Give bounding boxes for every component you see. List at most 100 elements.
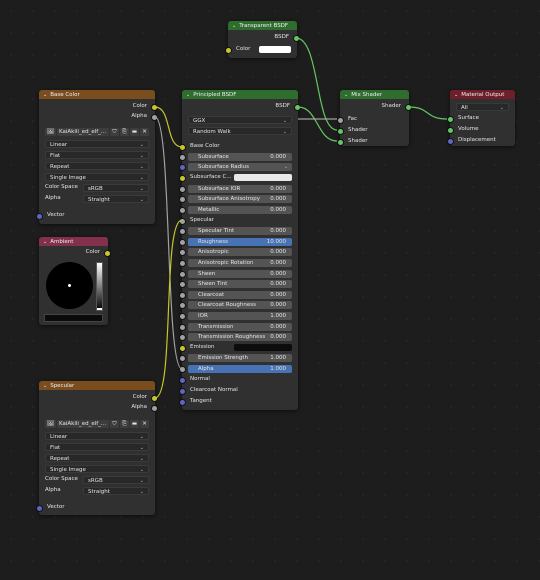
output-socket[interactable] <box>294 104 301 111</box>
input-socket[interactable] <box>337 139 344 146</box>
input-socket[interactable] <box>179 345 186 352</box>
output-socket[interactable] <box>405 104 412 111</box>
close-icon[interactable]: ✕ <box>140 419 149 428</box>
input-socket[interactable] <box>179 175 186 182</box>
collapse-icon[interactable]: ⌄ <box>344 92 348 98</box>
image-browse-icon[interactable]: 🖼 <box>45 127 56 136</box>
input-socket[interactable] <box>179 334 186 341</box>
extension-dropdown[interactable]: Repeat ⌄ <box>45 453 149 462</box>
input-socket[interactable] <box>179 388 186 395</box>
input-socket[interactable] <box>179 186 186 193</box>
distribution-dropdown[interactable]: GGX ⌄ <box>188 115 292 124</box>
input-socket[interactable] <box>179 366 186 373</box>
node-specular-texture[interactable]: ⌄ Specular Color Alpha 🖼 KaiAkili_ed_elf_… <box>36 381 158 515</box>
input-socket[interactable] <box>179 144 186 151</box>
collapse-icon[interactable]: ⌄ <box>43 239 47 245</box>
color-wheel[interactable] <box>46 262 93 309</box>
collapse-icon[interactable]: ⌄ <box>454 92 458 98</box>
input-socket[interactable] <box>179 260 186 267</box>
input-socket[interactable] <box>179 249 186 256</box>
node-principled-bsdf[interactable]: ⌄ Principled BSDF BSDF GGX ⌄ Random Walk ⌄ … <box>179 90 301 410</box>
input-socket[interactable] <box>179 271 186 278</box>
emission-color-swatch[interactable] <box>234 344 292 351</box>
node-transparent-bsdf[interactable]: ⌄ Transparent BSDF BSDF Color <box>225 21 300 58</box>
duplicate-icon[interactable]: ⎘ <box>120 419 129 428</box>
input-socket[interactable] <box>179 355 186 362</box>
input-socket[interactable] <box>447 138 454 145</box>
emission-strength-field[interactable]: Emission Strength 1.000 <box>188 353 292 362</box>
value-slider[interactable] <box>96 262 103 311</box>
ior-field[interactable]: IOR 1.000 <box>188 311 292 320</box>
folder-icon[interactable]: ▬ <box>130 419 139 428</box>
output-socket[interactable] <box>151 395 158 402</box>
input-socket[interactable] <box>337 128 344 135</box>
clearcoat-roughness-field[interactable]: Clearcoat Roughness 0.000 <box>188 300 292 309</box>
sheen-field[interactable]: Sheen 0.000 <box>188 269 292 278</box>
input-socket[interactable] <box>179 399 186 406</box>
node-header[interactable]: ⌄ Ambient <box>39 237 108 246</box>
node-base-color-texture[interactable]: ⌄ Base Color Color Alpha 🖼 KaiAkili_ed_el… <box>36 90 158 224</box>
sheen-tint-field[interactable]: Sheen Tint 0.000 <box>188 279 292 288</box>
interpolation-dropdown[interactable]: Linear ⌄ <box>45 431 149 440</box>
input-socket[interactable] <box>447 127 454 134</box>
output-socket[interactable] <box>104 250 111 257</box>
subsurface-field[interactable]: Subsurface 0.000 <box>188 152 292 161</box>
output-socket[interactable] <box>151 405 158 412</box>
color-space-dropdown[interactable]: sRGB ⌄ <box>83 183 149 192</box>
image-selector[interactable]: 🖼 KaiAkili_ed_elf_... ⛉ ⎘ ▬ ✕ <box>45 419 149 428</box>
input-socket[interactable] <box>179 164 186 171</box>
metallic-field[interactable]: Metallic 0.000 <box>188 205 292 214</box>
input-socket[interactable] <box>179 324 186 331</box>
node-header[interactable]: ⌄ Transparent BSDF <box>228 21 297 30</box>
transmission-roughness-field[interactable]: Transmission Roughness 0.000 <box>188 332 292 341</box>
node-mix-shader[interactable]: ⌄ Mix Shader Shader Fac Shader Shader <box>337 90 412 146</box>
collapse-icon[interactable]: ⌄ <box>232 23 236 29</box>
node-header[interactable]: ⌄ Mix Shader <box>340 90 409 99</box>
duplicate-icon[interactable]: ⎘ <box>120 127 129 136</box>
node-material-output[interactable]: ⌄ Material Output All ⌄ Surface Volume Dis… <box>447 90 515 146</box>
input-socket[interactable] <box>179 302 186 309</box>
fake-user-shield-icon[interactable]: ⛉ <box>110 127 119 136</box>
input-socket[interactable] <box>179 196 186 203</box>
image-name[interactable]: KaiAkili_ed_elf_... <box>57 127 109 136</box>
interpolation-dropdown[interactable]: Linear ⌄ <box>45 139 149 148</box>
subsurface-anisotropy-field[interactable]: Subsurface Anisotropy 0.000 <box>188 194 292 203</box>
output-socket[interactable] <box>151 104 158 111</box>
close-icon[interactable]: ✕ <box>140 127 149 136</box>
source-dropdown[interactable]: Single Image ⌄ <box>45 172 149 181</box>
input-socket[interactable] <box>179 377 186 384</box>
collapse-icon[interactable]: ⌄ <box>43 92 47 98</box>
input-socket[interactable] <box>179 313 186 320</box>
input-socket[interactable] <box>179 218 186 225</box>
node-header[interactable]: ⌄ Principled BSDF <box>182 90 298 99</box>
color-swatch[interactable] <box>259 46 291 53</box>
projection-dropdown[interactable]: Flat ⌄ <box>45 442 149 451</box>
node-header[interactable]: ⌄ Specular <box>39 381 155 390</box>
subsurface-ior-field[interactable]: Subsurface IOR 0.000 <box>188 184 292 193</box>
output-socket[interactable] <box>151 114 158 121</box>
roughness-field[interactable]: Roughness 10.000 <box>188 237 292 246</box>
extension-dropdown[interactable]: Repeat ⌄ <box>45 161 149 170</box>
input-socket[interactable] <box>36 213 43 220</box>
input-socket[interactable] <box>179 207 186 214</box>
collapse-icon[interactable]: ⌄ <box>43 383 47 389</box>
input-socket[interactable] <box>179 154 186 161</box>
image-browse-icon[interactable]: 🖼 <box>45 419 56 428</box>
anisotropic-rotation-field[interactable]: Anisotropic Rotation 0.000 <box>188 258 292 267</box>
subsurface-color-swatch[interactable] <box>234 174 292 181</box>
input-socket[interactable] <box>225 47 232 54</box>
input-socket[interactable] <box>36 505 43 512</box>
collapse-icon[interactable]: ⌄ <box>186 92 190 98</box>
anisotropic-field[interactable]: Anisotropic 0.000 <box>188 247 292 256</box>
color-space-dropdown[interactable]: sRGB ⌄ <box>83 475 149 484</box>
input-socket[interactable] <box>179 281 186 288</box>
projection-dropdown[interactable]: Flat ⌄ <box>45 150 149 159</box>
target-dropdown[interactable]: All ⌄ <box>456 102 509 111</box>
folder-icon[interactable]: ▬ <box>130 127 139 136</box>
image-selector[interactable]: 🖼 KaiAkili_ed_elf_... ⛉ ⎘ ▬ ✕ <box>45 127 149 136</box>
input-socket[interactable] <box>179 292 186 299</box>
transmission-field[interactable]: Transmission 0.000 <box>188 322 292 331</box>
output-socket[interactable] <box>293 35 300 42</box>
alpha-mode-dropdown[interactable]: Straight ⌄ <box>83 194 149 203</box>
alpha-field[interactable]: Alpha 1.000 <box>188 364 292 373</box>
